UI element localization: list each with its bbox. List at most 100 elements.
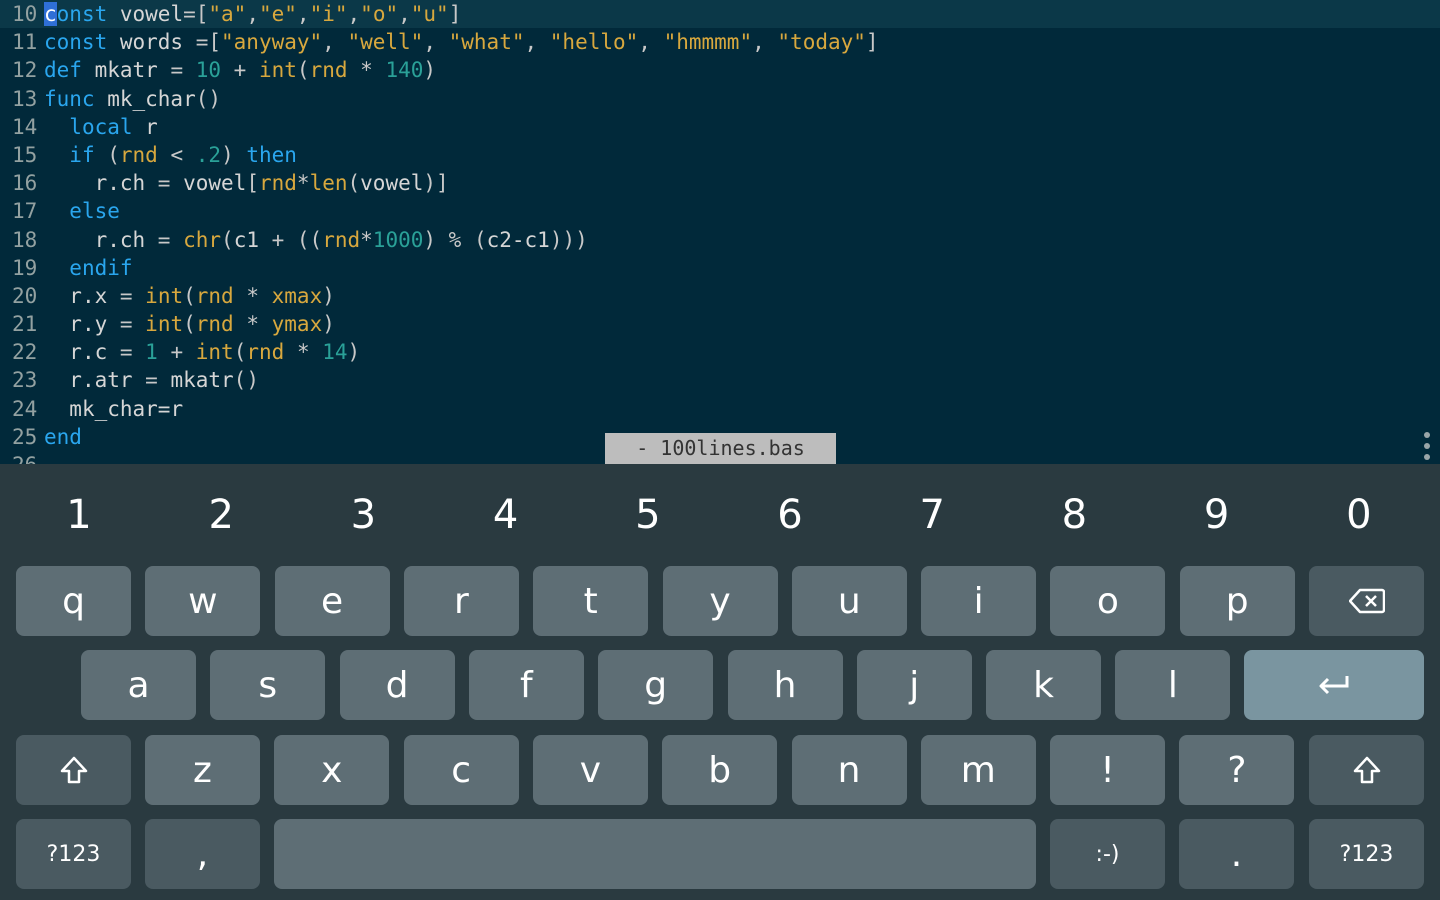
- number-key[interactable]: 0: [1288, 472, 1430, 558]
- letter-key[interactable]: j: [856, 650, 972, 720]
- number-key[interactable]: 1: [8, 472, 150, 558]
- code-token: end: [44, 424, 82, 449]
- code-token: if: [69, 142, 108, 167]
- letter-key[interactable]: m: [920, 735, 1036, 805]
- number-key[interactable]: 9: [1146, 472, 1288, 558]
- shift-icon: [60, 756, 87, 784]
- code-line[interactable]: 13 func mk_char(): [0, 85, 1440, 113]
- shift-key-left[interactable]: [16, 735, 131, 805]
- letter-key[interactable]: k: [986, 650, 1102, 720]
- letter-key[interactable]: v: [532, 735, 648, 805]
- letter-key[interactable]: y: [662, 566, 778, 636]
- letter-key[interactable]: z: [145, 735, 260, 805]
- code-line[interactable]: 17 else: [0, 197, 1440, 225]
- space-key[interactable]: [274, 819, 1036, 889]
- code-line[interactable]: 10 const vowel=["a","e","i","o","u"]: [0, 0, 1440, 29]
- letter-key[interactable]: d: [339, 650, 455, 720]
- symbols-key-right[interactable]: ?123: [1309, 819, 1424, 889]
- code-token: +: [157, 340, 196, 365]
- code-line[interactable]: 23 r.atr = mkatr(): [0, 366, 1440, 394]
- code-token: rnd: [195, 312, 234, 337]
- code-lines[interactable]: 10 const vowel=["a","e","i","o","u"] 11 con…: [0, 0, 1440, 464]
- number-key[interactable]: 6: [719, 472, 861, 558]
- file-status-bar: - 100lines.bas: [605, 433, 836, 464]
- code-token: "e": [258, 2, 297, 26]
- code-line[interactable]: 24 mk_char=r: [0, 395, 1440, 423]
- code-token: rnd: [258, 171, 297, 196]
- number-key[interactable]: 3: [292, 472, 434, 558]
- code-line[interactable]: 16 r.ch = vowel[rnd*len(vowel)]: [0, 169, 1440, 197]
- code-token: mk_char: [107, 86, 196, 111]
- shift-icon: [1353, 756, 1380, 784]
- code-token: )]: [423, 171, 449, 196]
- code-token: rnd: [246, 340, 285, 365]
- number-key[interactable]: 7: [861, 472, 1003, 558]
- code-token: else: [69, 199, 120, 224]
- letter-key[interactable]: r: [403, 566, 519, 636]
- period-key[interactable]: .: [1179, 819, 1294, 889]
- letter-key[interactable]: q: [16, 566, 131, 636]
- code-token: ymax: [271, 312, 323, 337]
- code-line[interactable]: 12 def mkatr = 10 + int(rnd * 140): [0, 56, 1440, 84]
- code-editor[interactable]: 10 const vowel=["a","e","i","o","u"] 11 con…: [0, 0, 1440, 464]
- comma-key[interactable]: ,: [145, 819, 260, 889]
- code-token: vowel: [360, 171, 424, 196]
- backspace-key[interactable]: [1309, 566, 1424, 636]
- letter-key[interactable]: n: [791, 735, 907, 805]
- letter-key[interactable]: h: [727, 650, 843, 720]
- code-token: (): [195, 86, 222, 111]
- code-token: rnd: [119, 142, 158, 167]
- letter-key[interactable]: u: [791, 566, 907, 636]
- code-token: 140: [385, 58, 424, 83]
- letter-key[interactable]: w: [145, 566, 261, 636]
- code-line[interactable]: 19 endif: [0, 254, 1440, 282]
- letter-key[interactable]: l: [1115, 650, 1231, 720]
- line-number: 12: [12, 58, 38, 83]
- code-token: mkatr: [94, 58, 171, 83]
- letter-key[interactable]: !: [1050, 735, 1166, 805]
- letter-key[interactable]: o: [1050, 566, 1166, 636]
- code-token: "today": [777, 30, 866, 55]
- letter-key[interactable]: g: [598, 650, 714, 720]
- number-key[interactable]: 8: [1003, 472, 1145, 558]
- backspace-icon: [1348, 588, 1385, 614]
- code-line[interactable]: 21 r.y = int(rnd * ymax): [0, 310, 1440, 338]
- number-key[interactable]: 2: [150, 472, 292, 558]
- letter-key[interactable]: i: [921, 566, 1037, 636]
- code-token: (: [183, 283, 196, 308]
- code-token: int: [145, 283, 184, 308]
- more-options-icon[interactable]: [1422, 432, 1432, 460]
- text-cursor: c: [44, 2, 57, 26]
- code-token: *: [347, 58, 386, 83]
- letter-key[interactable]: t: [533, 566, 649, 636]
- letter-key[interactable]: c: [403, 735, 519, 805]
- code-token: (: [296, 58, 310, 83]
- letter-key[interactable]: s: [210, 650, 326, 720]
- symbols-key-left[interactable]: ?123: [16, 819, 131, 889]
- code-token: def: [44, 58, 95, 83]
- code-line[interactable]: 20 r.x = int(rnd * xmax): [0, 282, 1440, 310]
- code-line[interactable]: 22 r.c = 1 + int(rnd * 14): [0, 338, 1440, 366]
- letter-key[interactable]: ?: [1179, 735, 1295, 805]
- code-line[interactable]: 18 r.ch = chr(c1 + ((rnd*1000) % (c2-c1)…: [0, 226, 1440, 254]
- shift-key-right[interactable]: [1309, 735, 1424, 805]
- code-token: rnd: [322, 227, 361, 252]
- letter-key[interactable]: e: [274, 566, 390, 636]
- code-token: +: [221, 58, 259, 83]
- code-token: onst: [56, 2, 120, 26]
- letter-key[interactable]: a: [81, 650, 196, 720]
- enter-key[interactable]: [1244, 650, 1424, 720]
- code-line[interactable]: 14 local r: [0, 113, 1440, 141]
- code-line[interactable]: 15 if (rnd < .2) then: [0, 141, 1440, 169]
- letter-key[interactable]: b: [662, 735, 778, 805]
- smiley-key[interactable]: :-): [1050, 819, 1165, 889]
- letter-key[interactable]: f: [468, 650, 584, 720]
- code-line[interactable]: 11 const words =["anyway", "well", "what"…: [0, 28, 1440, 56]
- number-key[interactable]: 4: [435, 472, 577, 558]
- code-token: (: [107, 142, 120, 167]
- number-key[interactable]: 5: [577, 472, 719, 558]
- letter-key[interactable]: p: [1179, 566, 1295, 636]
- code-token: ,: [638, 30, 664, 55]
- letter-key[interactable]: x: [274, 735, 390, 805]
